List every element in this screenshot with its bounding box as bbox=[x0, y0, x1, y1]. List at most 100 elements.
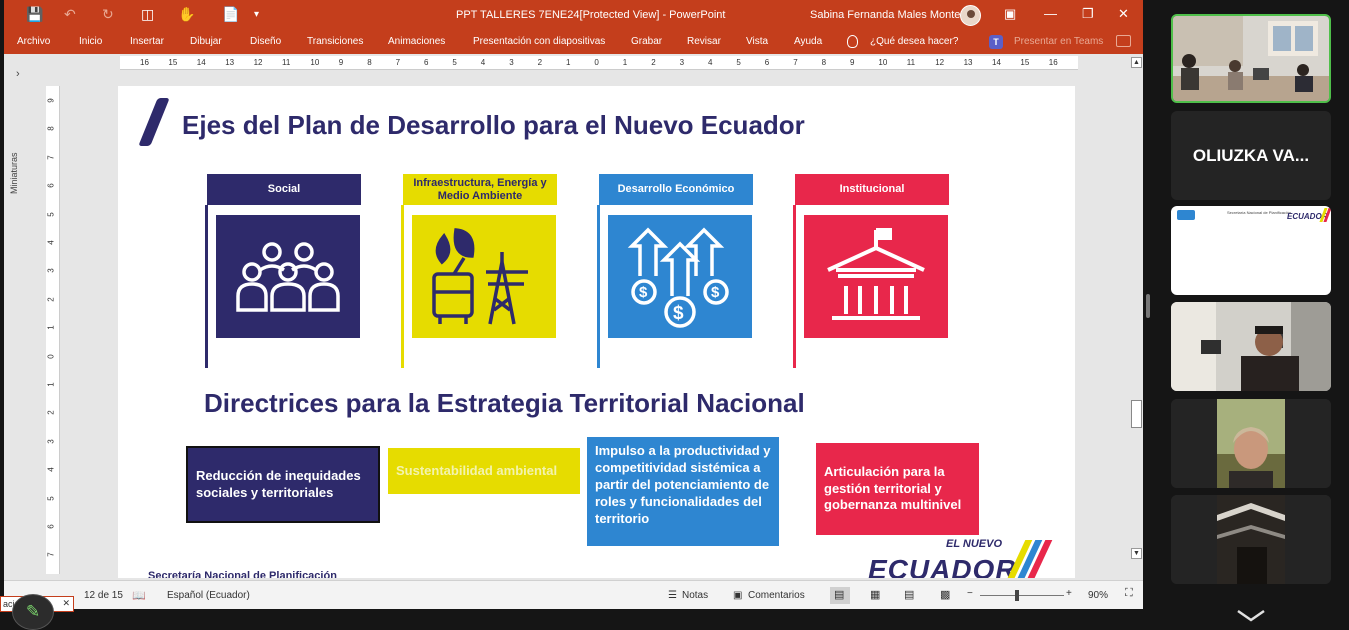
slide-sorter-icon[interactable]: ▦ bbox=[870, 588, 880, 601]
ruler-tick-label: 10 bbox=[878, 58, 888, 67]
ruler-tick-label: 9 bbox=[46, 98, 56, 103]
undo-icon[interactable]: ↶ bbox=[64, 6, 76, 23]
ruler-tick-label: 1 bbox=[622, 58, 628, 67]
svg-text:$: $ bbox=[673, 303, 684, 324]
vertical-scrollbar[interactable]: ▲ ▼ bbox=[1130, 56, 1143, 562]
horizontal-ruler: 16 15 14 13 12 11 10 9 8 7 6 5 4 3 2 1 0 1 2 3 4 5 6 7 8 9 10 11 12 1… bbox=[120, 56, 1078, 70]
ruler-tick-label: 16 bbox=[1048, 58, 1058, 67]
panel-resize-handle[interactable] bbox=[1146, 294, 1150, 318]
video-tile-dark[interactable] bbox=[1171, 495, 1331, 584]
notes-button[interactable]: Notas bbox=[682, 590, 708, 601]
participant-name: OLIUZKA VA... bbox=[1192, 145, 1310, 165]
notes-icon[interactable]: ☰ bbox=[668, 590, 677, 601]
tab-inicio[interactable]: Inicio bbox=[79, 36, 102, 47]
tab-vista[interactable]: Vista bbox=[746, 36, 768, 47]
new-file-icon[interactable]: 📄 bbox=[222, 6, 239, 23]
axis-card-social: Social bbox=[205, 174, 361, 368]
svg-text:$: $ bbox=[639, 284, 648, 301]
close-icon[interactable]: ✕ bbox=[62, 598, 70, 609]
video-tile-participant[interactable]: OLIUZKA VA... bbox=[1171, 111, 1331, 200]
axis-header: Infraestructura, Energía y Medio Ambient… bbox=[403, 174, 557, 205]
zoom-slider[interactable] bbox=[980, 595, 1064, 596]
tab-grabar[interactable]: Grabar bbox=[631, 36, 662, 47]
ruler-tick-label: 6 bbox=[46, 183, 56, 188]
scroll-thumb[interactable] bbox=[1131, 400, 1142, 428]
video-tile-woman[interactable] bbox=[1171, 399, 1331, 488]
ruler-tick-label: 3 bbox=[679, 58, 685, 67]
ruler-tick-label: 8 bbox=[46, 126, 56, 132]
ruler-tick-label: 5 bbox=[46, 495, 56, 501]
expand-thumbnails-icon[interactable]: › bbox=[16, 68, 20, 80]
spell-check-icon[interactable]: 📖 bbox=[132, 589, 146, 602]
chevron-down-icon[interactable] bbox=[1236, 608, 1266, 622]
ruler-tick-label: 1 bbox=[566, 58, 571, 67]
user-name[interactable]: Sabina Fernanda Males Montero bbox=[810, 9, 970, 21]
annotation-overlay: acio ✕ ✎ bbox=[0, 592, 75, 630]
ruler-tick-label: 4 bbox=[46, 240, 56, 245]
scroll-down-icon[interactable]: ▼ bbox=[1131, 548, 1142, 559]
redo-icon[interactable]: ↻ bbox=[102, 6, 114, 23]
ruler-tick-label: 15 bbox=[1020, 58, 1030, 67]
avatar[interactable] bbox=[960, 5, 981, 26]
powerpoint-window: 💾 ↶ ↻ ◫ ✋ 📄 ▾ PPT TALLERES 7ENE24[Protec… bbox=[4, 0, 1143, 609]
tab-dibujar[interactable]: Dibujar bbox=[190, 36, 222, 47]
tab-diseno[interactable]: Diseño bbox=[250, 36, 281, 47]
ruler-tick-label: 15 bbox=[168, 58, 178, 67]
language-indicator[interactable]: Español (Ecuador) bbox=[167, 590, 250, 601]
tab-insertar[interactable]: Insertar bbox=[130, 36, 164, 47]
slide-counter: 12 de 15 bbox=[84, 590, 123, 601]
ribbon-display-icon[interactable]: ▣ bbox=[1004, 6, 1016, 22]
tab-transiciones[interactable]: Transiciones bbox=[307, 36, 363, 47]
ruler-tick-label: 9 bbox=[338, 58, 344, 67]
ruler-tick-label: 7 bbox=[793, 58, 798, 67]
tab-ayuda[interactable]: Ayuda bbox=[794, 36, 822, 47]
slideshow-icon[interactable]: ▩ bbox=[940, 588, 950, 601]
zoom-out-button[interactable]: − bbox=[967, 588, 973, 599]
maximize-icon[interactable]: ❐ bbox=[1082, 6, 1094, 22]
scroll-up-icon[interactable]: ▲ bbox=[1131, 57, 1142, 68]
shared-slide-thumbnail[interactable]: Secretaría Nacional de Planificación ECU… bbox=[1171, 206, 1331, 295]
slide-canvas[interactable]: Ejes del Plan de Desarrollo para el Nuev… bbox=[118, 86, 1075, 578]
people-group-icon bbox=[216, 215, 360, 338]
tell-me-search[interactable]: ¿Qué desea hacer? bbox=[870, 36, 958, 47]
title-bar: 💾 ↶ ↻ ◫ ✋ 📄 ▾ PPT TALLERES 7ENE24[Protec… bbox=[4, 0, 1143, 31]
nuevo-ecuador-logo: EL NUEVO ECUADOR bbox=[868, 538, 1058, 578]
ruler-tick-label: 7 bbox=[46, 155, 56, 160]
touch-mode-icon[interactable]: ✋ bbox=[178, 6, 195, 23]
present-in-teams-button[interactable]: Presentar en Teams bbox=[1014, 36, 1103, 47]
fit-slide-icon[interactable]: ⛶ bbox=[1125, 587, 1133, 600]
directive-box-articulacion: Articulación para la gestión territorial… bbox=[816, 443, 979, 535]
zoom-slider-thumb[interactable] bbox=[1015, 590, 1019, 601]
close-icon[interactable]: ✕ bbox=[1118, 6, 1129, 22]
ruler-tick-label: 3 bbox=[46, 268, 56, 274]
ruler-tick-label: 10 bbox=[310, 58, 320, 67]
ruler-tick-label: 11 bbox=[282, 58, 291, 67]
ruler-tick-label: 8 bbox=[821, 58, 827, 67]
directive-box-productividad: Impulso a la productividad y competitivi… bbox=[587, 437, 779, 546]
ruler-tick-label: 1 bbox=[46, 382, 56, 387]
tab-revisar[interactable]: Revisar bbox=[687, 36, 721, 47]
ruler-tick-label: 14 bbox=[196, 58, 206, 67]
ruler-tick-label: 5 bbox=[452, 58, 457, 67]
save-icon[interactable]: 💾 bbox=[26, 6, 43, 23]
video-tile-man[interactable] bbox=[1171, 302, 1331, 391]
pen-icon[interactable]: ✎ bbox=[12, 594, 54, 630]
video-tile-office[interactable] bbox=[1171, 14, 1331, 103]
from-beginning-icon[interactable]: ◫ bbox=[141, 6, 154, 23]
ruler-tick-label: 13 bbox=[963, 58, 973, 67]
customize-qat-icon[interactable]: ▾ bbox=[254, 9, 259, 20]
minimize-icon[interactable]: — bbox=[1044, 6, 1057, 21]
tab-archivo[interactable]: Archivo bbox=[17, 36, 50, 47]
zoom-in-button[interactable]: + bbox=[1066, 588, 1072, 599]
ruler-tick-label: 6 bbox=[46, 524, 56, 529]
logo-subtitle: EL NUEVO bbox=[946, 538, 1003, 550]
comments-button[interactable]: Comentarios bbox=[748, 590, 805, 601]
thumbnails-label[interactable]: Miniaturas bbox=[9, 152, 69, 194]
comments-icon[interactable]: ▣ bbox=[733, 590, 742, 601]
tab-animaciones[interactable]: Animaciones bbox=[388, 36, 445, 47]
comment-icon[interactable] bbox=[1116, 35, 1131, 47]
zoom-level[interactable]: 90% bbox=[1088, 590, 1108, 601]
ruler-tick-label: 12 bbox=[935, 58, 945, 67]
tab-presentacion[interactable]: Presentación con diapositivas bbox=[473, 36, 605, 47]
reading-view-icon[interactable]: ▤ bbox=[904, 588, 914, 601]
